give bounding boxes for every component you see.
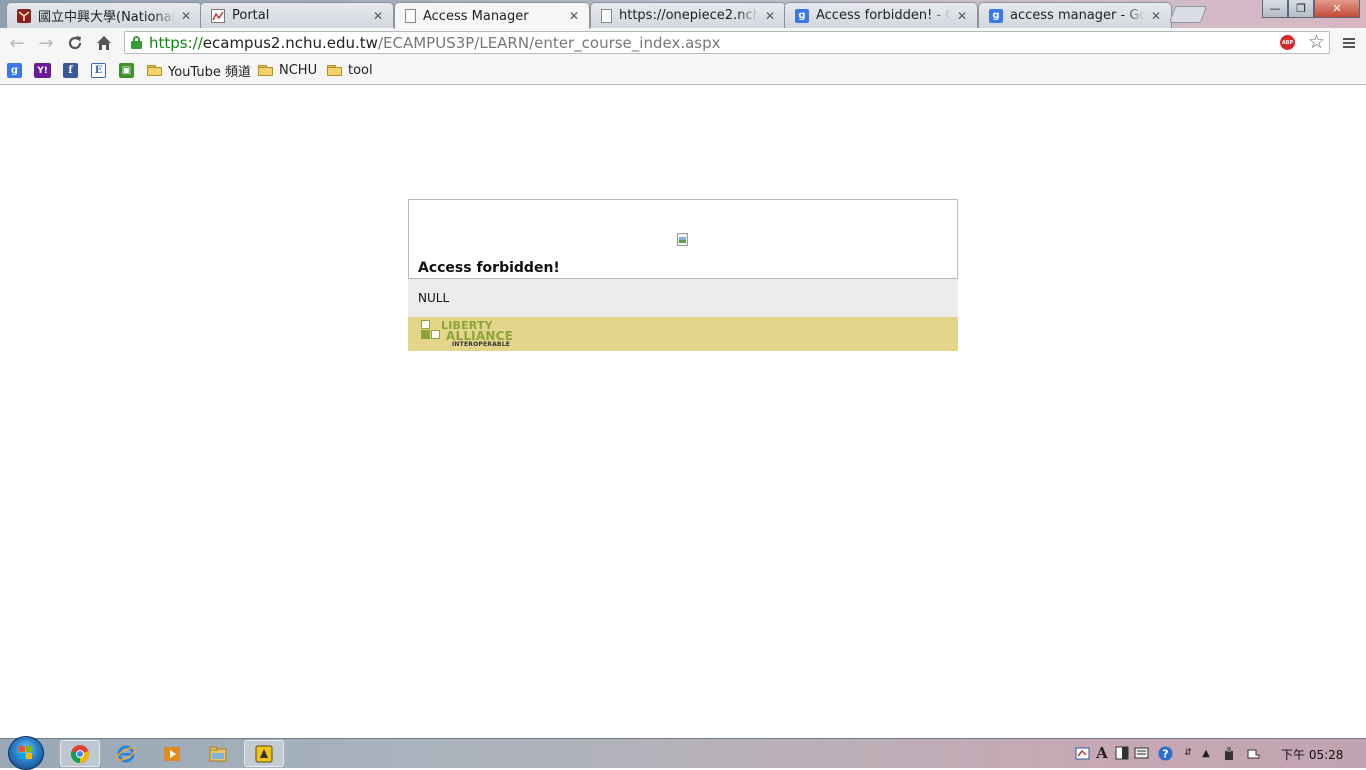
help-icon[interactable]: ? bbox=[1157, 745, 1173, 761]
url-path: /ECAMPUS3P/LEARN/enter_course_index.aspx bbox=[377, 34, 721, 52]
ime-mode-icon[interactable] bbox=[1114, 745, 1130, 761]
action-center-icon[interactable] bbox=[1245, 745, 1261, 761]
broken-image-icon bbox=[676, 233, 690, 247]
close-tab-icon[interactable]: ✕ bbox=[179, 9, 193, 23]
reload-button[interactable] bbox=[64, 32, 86, 54]
url-scheme: https:// bbox=[149, 34, 203, 52]
taskbar-clock[interactable]: 下午 05:28 bbox=[1281, 746, 1343, 763]
folder-icon bbox=[258, 65, 273, 76]
folder-icon bbox=[327, 65, 342, 76]
bookmark-folder-nchu[interactable]: NCHU bbox=[258, 61, 317, 80]
bookmark-folder-label: tool bbox=[348, 63, 373, 78]
close-tab-icon[interactable]: ✕ bbox=[763, 9, 777, 23]
browser-toolbar: ← → https://ecampus2.nchu.edu.tw/ECAMPUS… bbox=[0, 28, 1366, 57]
close-tab-icon[interactable]: ✕ bbox=[1149, 9, 1163, 23]
back-arrow-icon: ← bbox=[9, 32, 25, 54]
home-icon bbox=[97, 36, 111, 50]
windows-taskbar: A ? ⇵ ▲ 下午 05:28 bbox=[0, 736, 1366, 770]
bookmarks-bar: g Y! f E ▣ YouTube 頻道 NCHU tool bbox=[0, 57, 1366, 85]
tab-title: 國立中興大學(National C bbox=[38, 10, 175, 25]
chrome-icon bbox=[70, 744, 90, 763]
tab-strip: 國立中興大學(National C ✕ Portal ✕ Access Mana… bbox=[0, 0, 1366, 29]
taskbar-chrome[interactable] bbox=[60, 740, 100, 767]
adblock-plus-icon[interactable]: ABP bbox=[1280, 35, 1295, 50]
windows-logo-icon bbox=[19, 746, 33, 760]
facebook-bookmark-icon[interactable]: f bbox=[63, 63, 78, 78]
error-message: NULL bbox=[418, 291, 450, 305]
bookmark-folder-label: NCHU bbox=[279, 63, 318, 78]
taskbar-active-app[interactable] bbox=[244, 740, 284, 767]
tab-title: Access forbidden! - Goo bbox=[816, 8, 951, 23]
media-player-icon bbox=[164, 746, 180, 761]
tab-portal[interactable]: Portal ✕ bbox=[200, 2, 394, 28]
tab-onepiece[interactable]: https://onepiece2.nchu.e ✕ bbox=[590, 2, 786, 28]
back-button[interactable]: ← bbox=[6, 32, 28, 54]
start-button[interactable] bbox=[8, 736, 44, 770]
network-icon[interactable] bbox=[1074, 745, 1090, 761]
tab-google-access-manager[interactable]: g access manager - Googl ✕ bbox=[978, 2, 1172, 28]
usb-icon[interactable] bbox=[1221, 745, 1237, 761]
minimize-button[interactable]: — bbox=[1262, 0, 1288, 18]
chrome-menu-button[interactable] bbox=[1339, 32, 1359, 54]
secure-lock-icon bbox=[131, 36, 142, 49]
active-app-icon bbox=[255, 745, 273, 762]
tab-title: Portal bbox=[232, 8, 270, 23]
new-tab-button[interactable] bbox=[1168, 6, 1208, 23]
bookmark-folder-youtube[interactable]: YouTube 頻道 bbox=[147, 61, 251, 80]
maximize-button[interactable]: ❐ bbox=[1288, 0, 1314, 18]
e-bookmark-icon[interactable]: E bbox=[91, 63, 106, 78]
tab-access-manager[interactable]: Access Manager ✕ bbox=[394, 2, 590, 29]
footer-bar: LIBERTY ALLIANCE INTEROPERABLE bbox=[408, 317, 958, 351]
error-message-row: NULL bbox=[408, 279, 958, 317]
taskbar-media-player[interactable] bbox=[152, 740, 192, 767]
explorer-folder-icon bbox=[209, 746, 227, 761]
address-bar[interactable]: https://ecampus2.nchu.edu.tw/ECAMPUS3P/L… bbox=[124, 31, 1330, 54]
tab-title: access manager - Googl bbox=[1010, 8, 1145, 23]
ime-a-icon[interactable]: A bbox=[1094, 744, 1110, 762]
page-icon bbox=[601, 8, 612, 23]
bookmark-folder-label: YouTube 頻道 bbox=[168, 65, 251, 80]
show-hidden-icons-icon[interactable]: ▲ bbox=[1198, 745, 1214, 761]
internet-explorer-icon bbox=[116, 745, 136, 762]
close-tab-icon[interactable]: ✕ bbox=[567, 9, 581, 23]
access-manager-box: Access forbidden! bbox=[408, 199, 958, 279]
ime-options-icon[interactable]: ⇵ bbox=[1180, 745, 1196, 761]
bookmark-folder-tool[interactable]: tool bbox=[327, 61, 373, 80]
tab-google-access-forbidden[interactable]: g Access forbidden! - Goo ✕ bbox=[784, 2, 978, 28]
url-text: https://ecampus2.nchu.edu.tw/ECAMPUS3P/L… bbox=[149, 34, 721, 52]
google-bookmark-icon[interactable]: g bbox=[7, 63, 22, 78]
page-content: Access forbidden! NULL LIBERTY ALLIANCE … bbox=[0, 85, 1366, 738]
page-title: Access forbidden! bbox=[418, 260, 560, 276]
forward-arrow-icon: → bbox=[38, 32, 54, 54]
tab-title: https://onepiece2.nchu.e bbox=[619, 8, 759, 23]
reload-icon bbox=[68, 36, 82, 50]
page-icon bbox=[405, 9, 416, 23]
green-bookmark-icon[interactable]: ▣ bbox=[119, 63, 134, 78]
keyboard-icon[interactable] bbox=[1134, 745, 1150, 761]
tab-title: Access Manager bbox=[423, 8, 529, 24]
portal-icon bbox=[211, 8, 225, 23]
liberty-alliance-logo: LIBERTY ALLIANCE INTEROPERABLE bbox=[420, 319, 520, 348]
yahoo-bookmark-icon[interactable]: Y! bbox=[34, 63, 51, 78]
close-tab-icon[interactable]: ✕ bbox=[955, 9, 969, 23]
close-window-button[interactable]: ✕ bbox=[1314, 0, 1360, 18]
google-icon: g bbox=[989, 8, 1003, 23]
url-host: ecampus2.nchu.edu.tw bbox=[202, 34, 378, 52]
folder-icon bbox=[147, 65, 162, 76]
taskbar-internet-explorer[interactable] bbox=[106, 740, 146, 767]
taskbar-explorer[interactable] bbox=[198, 740, 238, 767]
home-button[interactable] bbox=[93, 32, 115, 54]
forward-button[interactable]: → bbox=[35, 32, 57, 54]
svg-text:?: ? bbox=[1162, 747, 1168, 760]
nchu-logo-icon bbox=[17, 8, 31, 23]
tab-nchu[interactable]: 國立中興大學(National C ✕ bbox=[6, 2, 202, 28]
bookmark-star-icon[interactable]: ☆ bbox=[1308, 31, 1325, 53]
google-icon: g bbox=[795, 8, 809, 23]
close-tab-icon[interactable]: ✕ bbox=[371, 9, 385, 23]
